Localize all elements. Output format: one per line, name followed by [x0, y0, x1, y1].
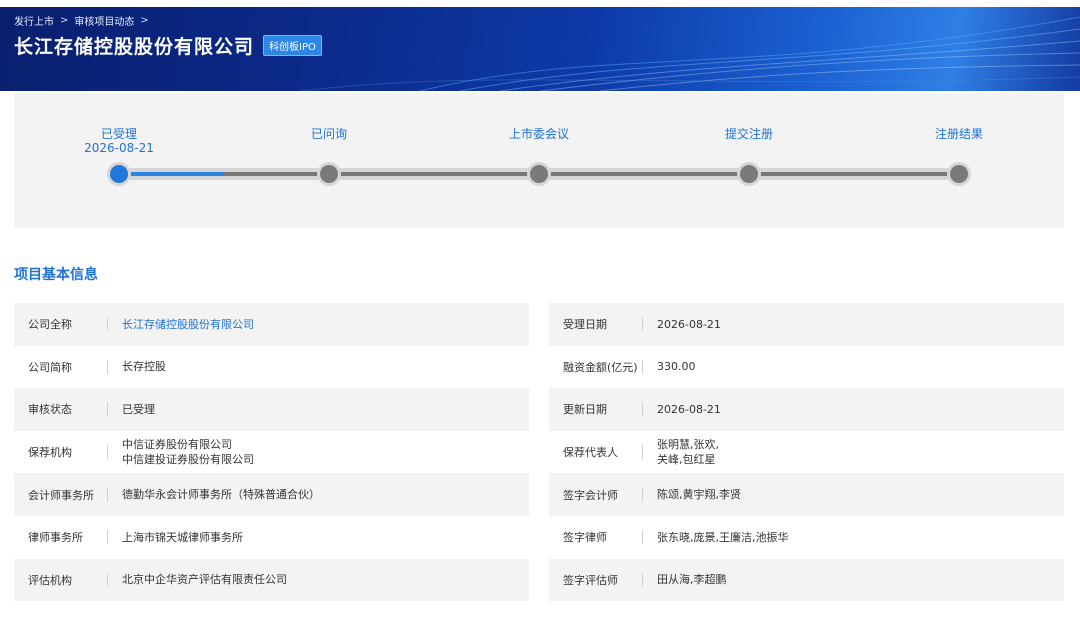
breadcrumb-item-ipo[interactable]: 发行上市 — [14, 13, 54, 28]
info-row-short-name: 公司简称 长存控股 — [14, 346, 529, 389]
info-key: 签字律师 — [549, 529, 643, 545]
info-value: 2026-08-21 — [657, 317, 721, 331]
info-key: 更新日期 — [549, 401, 643, 417]
info-row-company-name: 公司全称 长江存储控股股份有限公司 — [14, 303, 529, 346]
section-title: 项目基本信息 — [14, 267, 98, 283]
info-key: 受理日期 — [549, 316, 643, 332]
info-key: 会计师事务所 — [14, 487, 108, 503]
stage-node-submit — [737, 162, 761, 186]
sponsor-line-1: 中信证券股份有限公司 — [122, 438, 232, 452]
breadcrumb-item-review[interactable]: 审核项目动态 — [74, 13, 134, 28]
info-value: 中信证券股份有限公司 中信建投证券股份有限公司 — [108, 437, 254, 467]
sponsor-reps-line-2: 关峰,包红星 — [657, 453, 716, 467]
stage-node-accepted — [107, 162, 131, 186]
info-value: 张明慧,张欢, 关峰,包红星 — [643, 437, 719, 467]
info-value: 德勤华永会计师事务所（特殊普通合伙） — [122, 488, 320, 502]
info-key: 律师事务所 — [14, 529, 108, 545]
info-row-law-firm: 律师事务所 上海市锦天城律师事务所 — [14, 516, 529, 559]
header-banner: 发行上市 > 审核项目动态 > 长江存储控股股份有限公司 科创板IPO — [0, 7, 1080, 91]
info-value: 北京中企华资产评估有限责任公司 — [122, 573, 287, 587]
title-row: 长江存储控股股份有限公司 科创板IPO — [14, 32, 322, 59]
info-value: 330.00 — [657, 360, 696, 374]
stage-label-inquired: 已问询 — [310, 127, 348, 141]
stage-label-submit: 提交注册 — [724, 127, 774, 141]
info-row-signing-lawyers: 签字律师 张东晓,庞景,王廉洁,池振华 — [549, 516, 1064, 559]
info-row-signing-accountants: 签字会计师 陈颂,黄宇翔,李贤 — [549, 473, 1064, 516]
info-row-financing: 融资金额(亿元) 330.00 — [549, 346, 1064, 389]
info-key: 保荐机构 — [14, 444, 108, 460]
breadcrumb: 发行上市 > 审核项目动态 > — [14, 13, 149, 28]
stage-label-result: 注册结果 — [934, 127, 984, 141]
project-info-right: 受理日期 2026-08-21 融资金额(亿元) 330.00 更新日期 202… — [549, 303, 1064, 602]
chevron-right-icon: > — [60, 15, 69, 26]
info-value: 上海市锦天城律师事务所 — [122, 530, 243, 544]
info-row-appraisal-firm: 评估机构 北京中企华资产评估有限责任公司 — [14, 558, 529, 602]
stage-label-accepted: 已受理 2026-08-21 — [84, 127, 154, 155]
info-value: 张东晓,庞景,王廉洁,池振华 — [657, 530, 789, 544]
info-row-sponsor-reps: 保荐代表人 张明慧,张欢, 关峰,包红星 — [549, 431, 1064, 474]
stage-node-committee — [527, 162, 551, 186]
stage-date: 2026-08-21 — [84, 141, 154, 155]
sponsor-line-2: 中信建投证券股份有限公司 — [122, 453, 254, 467]
info-value: 长存控股 — [122, 360, 166, 374]
stage-label-committee: 上市委会议 — [508, 127, 570, 141]
sponsor-reps-line-1: 张明慧,张欢, — [657, 438, 719, 452]
info-key: 保荐代表人 — [549, 444, 643, 460]
stage-node-inquired — [317, 162, 341, 186]
info-value: 2026-08-21 — [657, 402, 721, 416]
info-value: 已受理 — [122, 402, 155, 416]
board-badge: 科创板IPO — [263, 35, 322, 56]
project-info-left: 公司全称 长江存储控股股份有限公司 公司简称 长存控股 审核状态 已受理 保荐机… — [14, 303, 529, 602]
info-row-update-date: 更新日期 2026-08-21 — [549, 388, 1064, 431]
info-row-signing-appraisers: 签字评估师 田从海,李超鹏 — [549, 558, 1064, 602]
review-progress-panel: 已受理 2026-08-21 已问询 上市委会议 提交注册 注册结果 — [14, 93, 1064, 228]
page-title: 长江存储控股股份有限公司 — [14, 36, 255, 58]
stage-node-result — [947, 162, 971, 186]
progress-fill — [119, 172, 224, 176]
info-key: 审核状态 — [14, 401, 108, 417]
stage-name: 已受理 — [100, 127, 137, 141]
info-value: 陈颂,黄宇翔,李贤 — [657, 488, 741, 502]
company-name-link[interactable]: 长江存储控股股份有限公司 — [108, 317, 254, 332]
chevron-right-icon: > — [140, 15, 149, 26]
info-key: 融资金额(亿元) — [549, 359, 643, 375]
info-row-accounting-firm: 会计师事务所 德勤华永会计师事务所（特殊普通合伙） — [14, 473, 529, 516]
info-key: 评估机构 — [14, 572, 108, 588]
info-key: 公司简称 — [14, 359, 108, 375]
info-key: 签字会计师 — [549, 487, 643, 503]
info-row-accept-date: 受理日期 2026-08-21 — [549, 303, 1064, 346]
info-row-sponsor: 保荐机构 中信证券股份有限公司 中信建投证券股份有限公司 — [14, 431, 529, 474]
info-row-status: 审核状态 已受理 — [14, 388, 529, 431]
info-key: 公司全称 — [14, 316, 108, 332]
info-value: 田从海,李超鹏 — [657, 573, 727, 587]
info-key: 签字评估师 — [549, 572, 643, 588]
